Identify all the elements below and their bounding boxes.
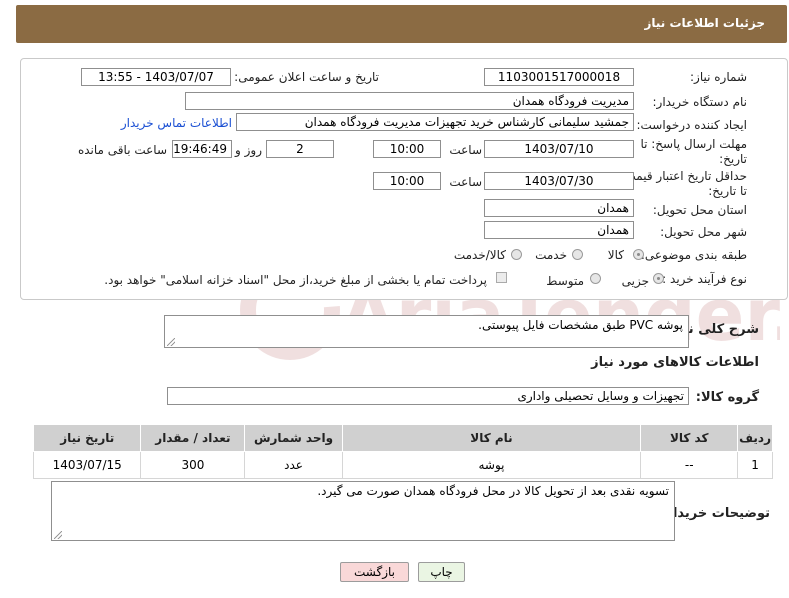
reply-days-label: روز و xyxy=(235,143,262,157)
purchase-type-label: نوع فرآیند خرید : xyxy=(662,272,747,286)
announce-datetime-field[interactable]: 1403/07/07 - 13:55 xyxy=(81,68,231,86)
purchase-type-radio-minor[interactable] xyxy=(653,273,664,284)
page-title: جزئیات اطلاعات نیاز xyxy=(644,16,765,30)
treasury-payment-note: پرداخت تمام یا بخشی از مبلغ خرید،از محل … xyxy=(104,273,487,287)
city-field[interactable]: همدان xyxy=(484,221,634,239)
city-label: شهر محل تحویل: xyxy=(660,225,747,239)
price-validity-label: حداقل تاریخ اعتبار قیمت: تا تاریخ: xyxy=(620,169,747,198)
cell-quantity: 300 xyxy=(140,451,246,479)
goods-table-header-row: ردیف کد کالا نام کالا واحد شمارش تعداد /… xyxy=(32,424,773,452)
reply-deadline-date-field[interactable]: 1403/07/10 xyxy=(484,140,634,158)
description-text: پوشه PVC طبق مشخصات فایل پیوستی. xyxy=(478,318,683,332)
goods-section-title: اطلاعات کالاهای مورد نیاز xyxy=(591,355,759,370)
buyer-org-field[interactable]: مدیریت فرودگاه همدان xyxy=(185,92,634,110)
price-validity-date-field[interactable]: 1403/07/30 xyxy=(484,172,634,190)
category-option-goods: کالا xyxy=(607,248,624,262)
reply-deadline-time-label: ساعت xyxy=(449,143,482,157)
treasury-payment-checkbox[interactable] xyxy=(496,272,507,283)
buyer-notes-label: توضیحات خریدار: xyxy=(660,506,770,521)
resize-grip-icon[interactable] xyxy=(167,338,175,346)
header-item-name: نام کالا xyxy=(341,424,642,452)
goods-group-field[interactable]: تجهیزات و وسایل تحصیلی واداری xyxy=(167,387,689,405)
reply-deadline-time-field[interactable]: 10:00 xyxy=(373,140,441,158)
province-field[interactable]: همدان xyxy=(484,199,634,217)
header-quantity: تعداد / مقدار xyxy=(140,424,246,452)
cell-need-date: 1403/07/15 xyxy=(32,451,142,479)
cell-unit: عدد xyxy=(244,451,343,479)
header-unit: واحد شمارش xyxy=(244,424,343,452)
need-number-field[interactable]: 1103001517000018 xyxy=(484,68,634,86)
buyer-notes-textarea[interactable]: تسویه نقدی بعد از تحویل کالا در محل فرود… xyxy=(51,481,675,541)
creator-label: ایجاد کننده درخواست: xyxy=(636,118,747,132)
resize-grip-icon[interactable] xyxy=(54,531,62,539)
purchase-type-radio-medium[interactable] xyxy=(590,273,601,284)
price-validity-time-label: ساعت xyxy=(449,175,482,189)
purchase-type-option-minor: جزیی xyxy=(621,274,649,288)
cell-row-number: 1 xyxy=(737,451,773,479)
goods-group-label: گروه کالا: xyxy=(695,390,759,405)
buyer-org-label: نام دستگاه خریدار: xyxy=(652,95,748,109)
header-need-date: تاریخ نیاز xyxy=(32,424,142,452)
category-option-goods-service: کالا/خدمت xyxy=(453,248,506,262)
table-row: 1 -- پوشه عدد 300 1403/07/15 xyxy=(32,451,773,479)
reply-days-field[interactable]: 2 xyxy=(266,140,334,158)
creator-field[interactable]: جمشید سلیمانی کارشناس خرید تجهیزات مدیری… xyxy=(236,113,634,131)
header-row-number: ردیف xyxy=(737,424,773,452)
buyer-notes-text: تسویه نقدی بعد از تحویل کالا در محل فرود… xyxy=(317,484,669,498)
need-number-label: شماره نیاز: xyxy=(690,70,747,84)
reply-deadline-label: مهلت ارسال پاسخ: تا تاریخ: xyxy=(640,137,747,166)
header-item-code: کد کالا xyxy=(640,424,739,452)
announce-datetime-label: تاریخ و ساعت اعلان عمومی: xyxy=(234,70,379,84)
purchase-type-option-medium: متوسط xyxy=(546,274,584,288)
buyer-contact-link[interactable]: اطلاعات تماس خریدار xyxy=(121,116,232,130)
category-radio-goods[interactable] xyxy=(633,249,644,260)
category-label: طبقه بندی موضوعی: xyxy=(640,248,747,262)
province-label: استان محل تحویل: xyxy=(652,203,747,217)
description-textarea[interactable]: پوشه PVC طبق مشخصات فایل پیوستی. xyxy=(164,315,689,348)
back-button[interactable]: بازگشت xyxy=(340,562,409,582)
remaining-time-label: ساعت باقی مانده xyxy=(77,143,167,157)
cell-item-name: پوشه xyxy=(341,451,642,479)
category-radio-goods-service[interactable] xyxy=(511,249,522,260)
print-button[interactable]: چاپ xyxy=(418,562,465,582)
category-option-service: خدمت xyxy=(535,248,567,262)
goods-table: ردیف کد کالا نام کالا واحد شمارش تعداد /… xyxy=(32,424,773,479)
cell-item-code: -- xyxy=(640,451,739,479)
category-radio-service[interactable] xyxy=(572,249,583,260)
price-validity-time-field[interactable]: 10:00 xyxy=(373,172,441,190)
remaining-time-field[interactable]: 19:46:49 xyxy=(172,140,232,158)
